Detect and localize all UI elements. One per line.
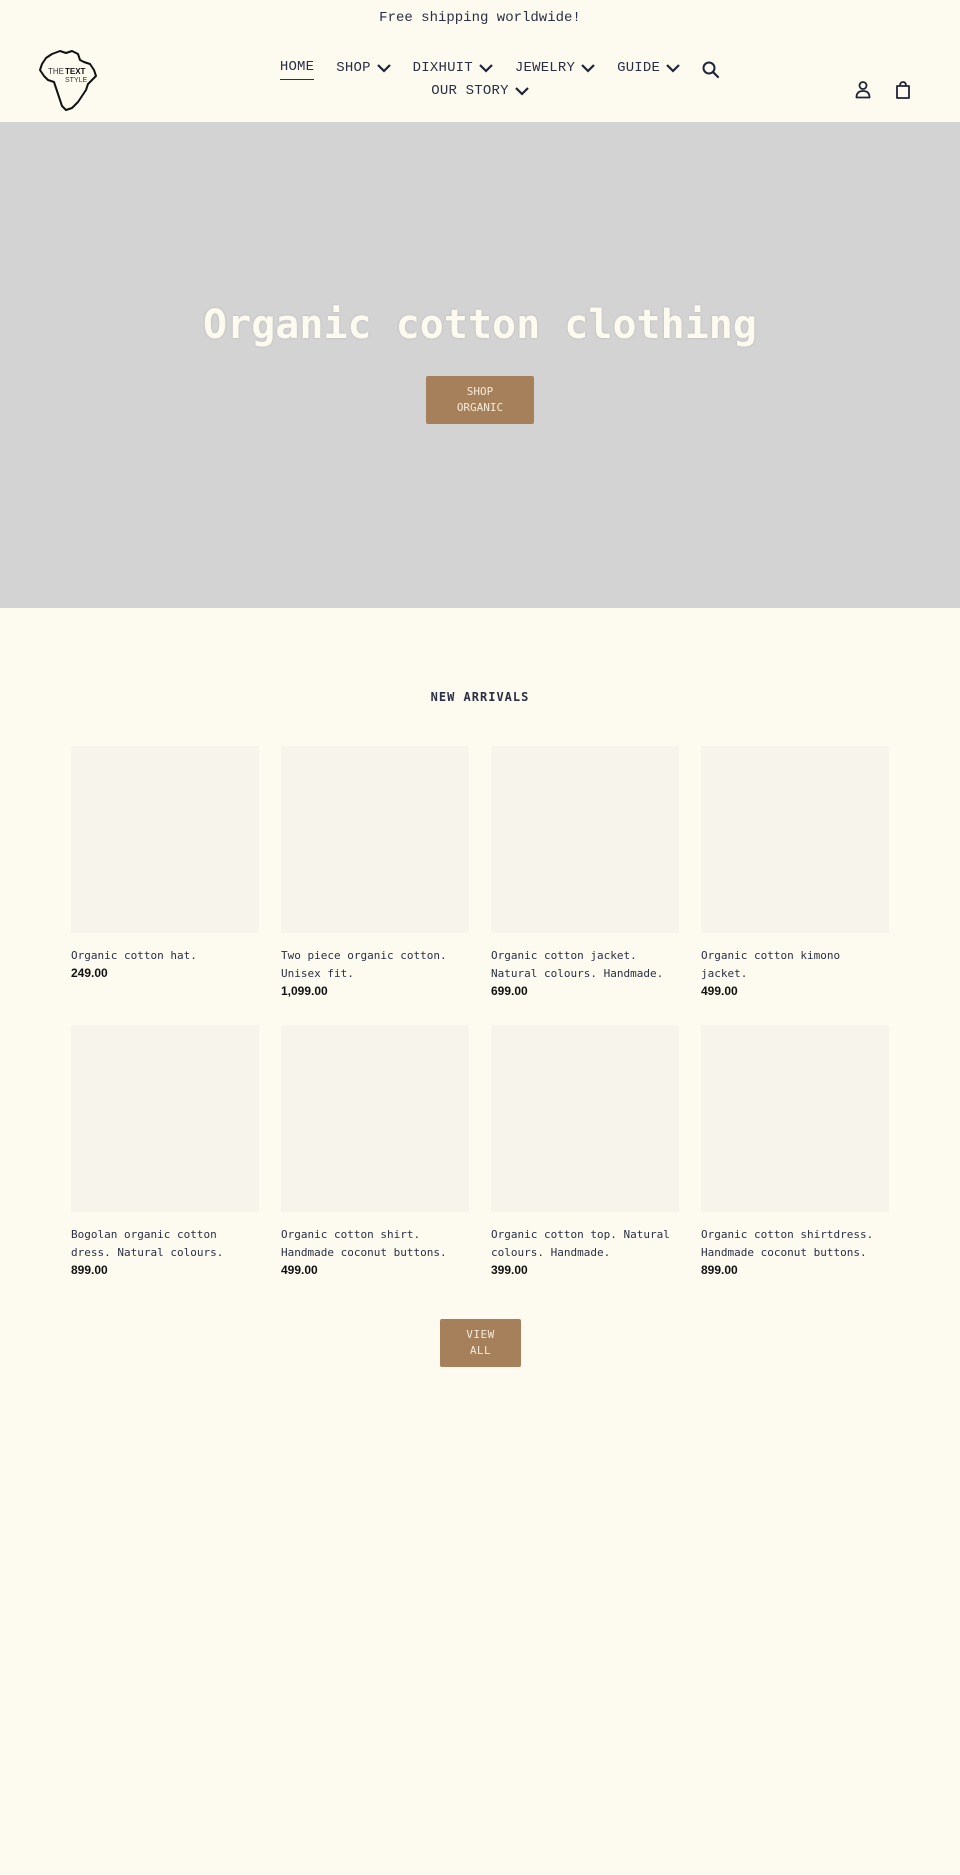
- product-image: [701, 746, 889, 933]
- svg-text:STYLE: STYLE: [65, 77, 88, 84]
- product-title: Two piece organic cotton. Unisex fit.: [281, 949, 447, 980]
- nav-item-jewelry[interactable]: JEWELRY: [515, 56, 595, 80]
- search-button[interactable]: [701, 60, 721, 80]
- announcement-text: Free shipping worldwide!: [379, 10, 581, 26]
- section-title: NEW ARRIVALS: [430, 690, 530, 704]
- product-price: 499.00: [701, 984, 738, 998]
- cart-icon: [896, 81, 910, 99]
- product-card[interactable]: Organic cotton hat. 249.00: [71, 746, 259, 1025]
- product-card[interactable]: Organic cotton top. Natural colours. Han…: [491, 1025, 679, 1304]
- product-image: [281, 1025, 469, 1212]
- nav-item-shop[interactable]: SHOP: [336, 56, 391, 80]
- nav-item-home[interactable]: HOME: [279, 56, 315, 80]
- chevron-down-icon: [666, 63, 680, 73]
- chevron-down-icon: [581, 63, 595, 73]
- product-title: Organic cotton shirt. Handmade coconut b…: [281, 1228, 447, 1259]
- svg-text:THE: THE: [48, 67, 64, 76]
- product-price: 899.00: [71, 1263, 108, 1277]
- logo-link[interactable]: THE TEXT STYLE: [38, 48, 100, 112]
- nav-item-guide[interactable]: GUIDE: [617, 56, 680, 80]
- product-price: 249.00: [71, 966, 108, 980]
- product-title: Organic cotton jacket. Natural colours. …: [491, 949, 664, 980]
- product-image: [491, 1025, 679, 1212]
- product-card[interactable]: Two piece organic cotton. Unisex fit. 1,…: [281, 746, 469, 1025]
- product-title: Organic cotton shirtdress. Handmade coco…: [701, 1228, 874, 1259]
- product-card[interactable]: Organic cotton kimono jacket. 499.00: [701, 746, 889, 1025]
- cart-button[interactable]: [893, 80, 913, 100]
- shop-organic-button[interactable]: SHOP ORGANIC: [426, 376, 534, 424]
- site-header: THE TEXT STYLE HOME SHOP DIXHUIT JEWELRY…: [0, 36, 960, 122]
- nav-row-1: HOME SHOP DIXHUIT JEWELRY GUIDE: [270, 56, 690, 80]
- product-image: [701, 1025, 889, 1212]
- nav-item-our-story[interactable]: OUR STORY: [431, 80, 529, 103]
- nav-item-dixhuit[interactable]: DIXHUIT: [413, 56, 493, 80]
- product-grid: Organic cotton hat. 249.00 Two piece org…: [71, 746, 889, 1304]
- svg-text:TEXT: TEXT: [65, 67, 86, 76]
- product-image: [491, 746, 679, 933]
- product-image: [281, 746, 469, 933]
- product-card[interactable]: Bogolan organic cotton dress. Natural co…: [71, 1025, 259, 1304]
- announcement-bar: Free shipping worldwide!: [0, 0, 960, 36]
- product-price: 899.00: [701, 1263, 738, 1277]
- account-icon: [855, 81, 871, 99]
- hero-banner: Organic cotton clothing SHOP ORGANIC: [0, 122, 960, 608]
- search-icon: [702, 61, 720, 79]
- chevron-down-icon: [514, 87, 529, 96]
- product-card[interactable]: Organic cotton shirt. Handmade coconut b…: [281, 1025, 469, 1304]
- product-title: Bogolan organic cotton dress. Natural co…: [71, 1228, 224, 1259]
- product-image: [71, 746, 259, 933]
- chevron-down-icon: [479, 63, 493, 73]
- product-title: Organic cotton top. Natural colours. Han…: [491, 1228, 670, 1259]
- account-button[interactable]: [853, 80, 873, 100]
- product-title: Organic cotton kimono jacket.: [701, 949, 841, 980]
- chevron-down-icon: [376, 63, 391, 73]
- nav-row-2: OUR STORY: [270, 80, 690, 103]
- product-price: 399.00: [491, 1263, 528, 1277]
- main-nav: HOME SHOP DIXHUIT JEWELRY GUIDE OUR STOR…: [270, 56, 690, 103]
- product-price: 499.00: [281, 1263, 318, 1277]
- product-price: 699.00: [491, 984, 528, 998]
- product-price: 1,099.00: [281, 984, 328, 998]
- product-image: [71, 1025, 259, 1212]
- product-title: Organic cotton hat.: [71, 949, 197, 962]
- product-card[interactable]: Organic cotton shirtdress. Handmade coco…: [701, 1025, 889, 1304]
- product-card[interactable]: Organic cotton jacket. Natural colours. …: [491, 746, 679, 1025]
- view-all-button[interactable]: VIEW ALL: [440, 1319, 521, 1367]
- hero-title: Organic cotton clothing: [203, 302, 757, 348]
- africa-logo-icon: THE TEXT STYLE: [39, 50, 97, 111]
